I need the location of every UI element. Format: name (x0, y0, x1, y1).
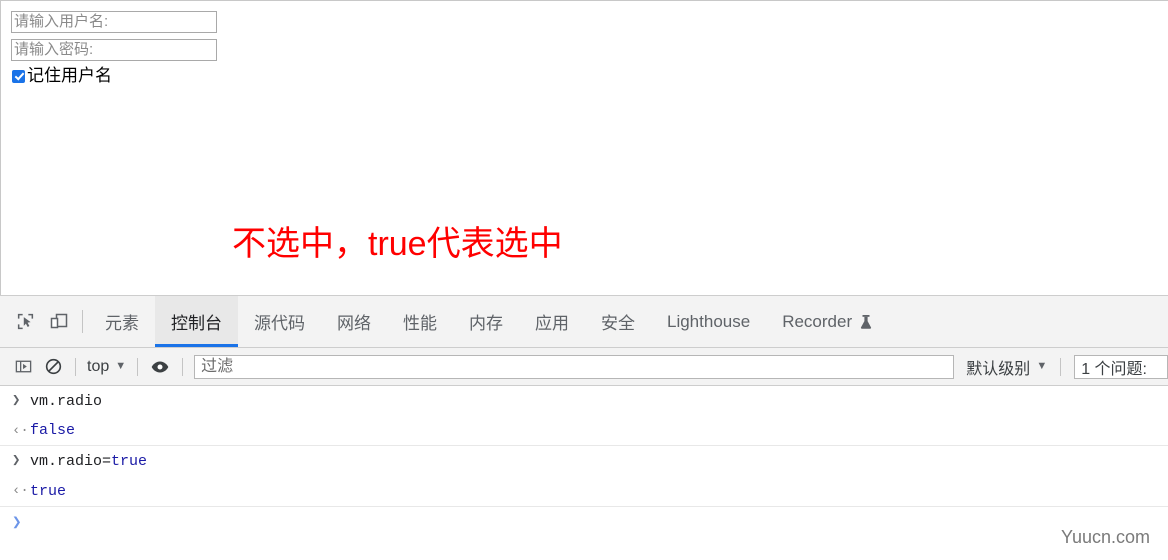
tab-label: 应用 (535, 314, 569, 333)
remember-username-row[interactable]: 记住用户名 (11, 67, 1168, 85)
output-arrow-icon: ‹· (12, 422, 29, 439)
page-viewport: 记住用户名 不选中，true代表选中 (0, 0, 1168, 295)
console-expression: vm.radio (30, 392, 103, 410)
tab-label: Lighthouse (667, 311, 751, 331)
console-prompt-row[interactable]: ❯ (0, 506, 1168, 536)
password-input[interactable] (11, 39, 217, 61)
log-level-label: 默认级别 (966, 360, 1031, 378)
console-toolbar-divider-2 (137, 357, 139, 376)
console-toolbar-divider-4 (1060, 357, 1062, 376)
console-input-row: ❯ vm.radio (0, 386, 1168, 416)
console-result: false (30, 422, 76, 439)
chevron-down-icon-2: ▼ (1036, 360, 1048, 372)
console-expression-2: vm.radio= (30, 452, 112, 470)
execution-context-label: top (87, 357, 110, 375)
remember-username-checkbox[interactable] (12, 69, 25, 83)
tab-memory[interactable]: 内存 (453, 296, 519, 347)
annotation-text: 不选中，true代表选中 (232, 225, 563, 263)
log-level-selector[interactable]: 默认级别 ▼ (960, 355, 1053, 379)
input-chevron-icon-2: ❯ (12, 453, 21, 469)
console-toolbar-divider-3 (182, 357, 184, 376)
tab-label: 源代码 (254, 314, 305, 333)
console-output[interactable]: ❯ vm.radio ‹· false ❯ vm.radio= true ‹· t… (0, 386, 1168, 560)
input-chevron-icon: ❯ (12, 393, 21, 409)
device-toolbar-icon (50, 313, 68, 328)
remember-username-label: 记住用户名 (27, 66, 112, 85)
tab-label: 内存 (469, 314, 503, 333)
tab-label: 控制台 (171, 314, 222, 333)
device-toolbar-button[interactable] (42, 296, 76, 347)
console-toolbar-divider (75, 357, 76, 376)
tab-lighthouse[interactable]: Lighthouse (651, 296, 766, 347)
console-sidebar-icon (15, 360, 31, 373)
tab-label: Recorder (782, 311, 853, 331)
inspect-element-button[interactable] (8, 296, 42, 347)
tab-label: 安全 (601, 314, 635, 333)
username-input[interactable] (11, 11, 217, 33)
tab-sources[interactable]: 源代码 (238, 296, 321, 347)
chevron-down-icon: ▼ (115, 360, 127, 372)
tab-security[interactable]: 安全 (585, 296, 651, 347)
console-input-row-2: ❯ vm.radio= true (0, 446, 1168, 476)
tab-recorder[interactable]: Recorder (766, 296, 889, 347)
tab-performance[interactable]: 性能 (387, 296, 453, 347)
devtools-tabbar: 元素 控制台 源代码 网络 性能 内存 应用 安全 Lighthouse Rec… (0, 296, 1168, 348)
console-toolbar: top ▼ 默认级别 ▼ 1 个问题: (0, 348, 1168, 386)
live-expression-button[interactable] (145, 352, 175, 382)
toolbar-divider (82, 310, 83, 333)
console-sidebar-toggle-button[interactable] (8, 352, 38, 382)
prompt-chevron-icon: ❯ (12, 513, 22, 532)
tab-label: 网络 (337, 314, 371, 333)
inspect-cursor-icon (17, 313, 33, 330)
console-filter-input[interactable] (194, 354, 955, 379)
tab-network[interactable]: 网络 (321, 296, 387, 347)
console-expression-2-token: true (111, 452, 148, 470)
tab-elements[interactable]: 元素 (89, 296, 155, 347)
eye-icon (151, 361, 169, 372)
issues-counter-button[interactable]: 1 个问题: (1074, 354, 1168, 379)
tab-label: 性能 (403, 314, 437, 333)
issues-label: 1 个问题: (1081, 360, 1147, 378)
clear-console-icon (45, 358, 61, 375)
tab-label: 元素 (105, 314, 139, 333)
output-arrow-icon-2: ‹· (12, 483, 29, 499)
clear-console-button[interactable] (38, 352, 68, 382)
console-output-row: ‹· false (0, 416, 1168, 446)
console-output-row-2: ‹· true (0, 476, 1168, 506)
login-form: 记住用户名 (1, 1, 1168, 85)
execution-context-selector[interactable]: top ▼ (83, 358, 130, 376)
console-result-2: true (30, 482, 67, 500)
tab-console[interactable]: 控制台 (155, 296, 238, 347)
devtools-panel: 元素 控制台 源代码 网络 性能 内存 应用 安全 Lighthouse Rec… (0, 295, 1168, 560)
flask-icon (859, 314, 873, 330)
tab-application[interactable]: 应用 (519, 296, 585, 347)
console-prompt-input[interactable] (30, 512, 1168, 531)
